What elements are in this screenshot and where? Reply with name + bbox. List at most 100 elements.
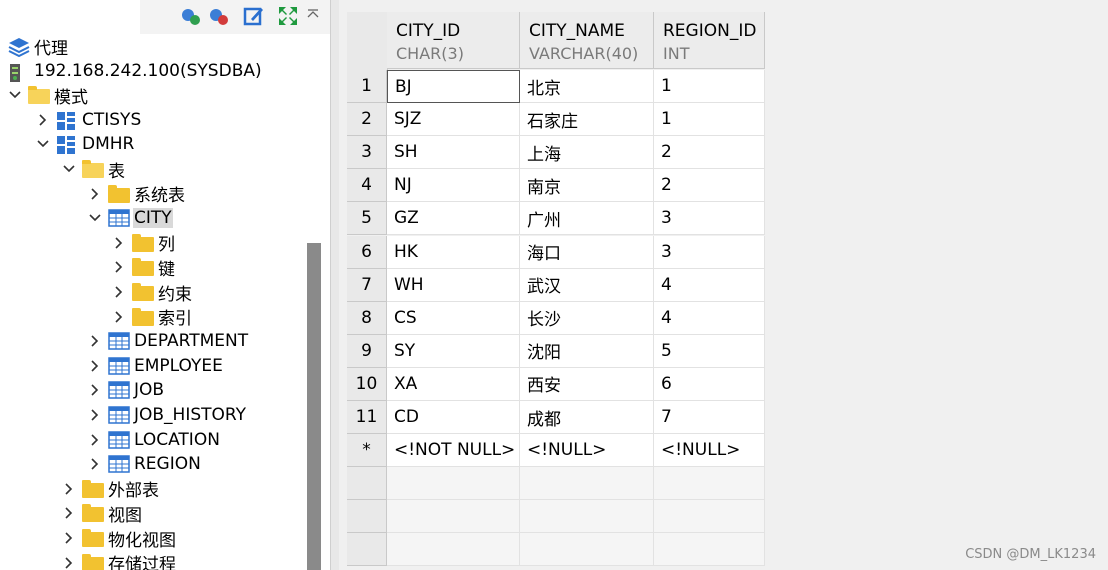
table-row[interactable]: 6 HK 海口 3	[347, 235, 1108, 269]
chevron-right-icon[interactable]	[88, 457, 102, 471]
tree-item-REGION[interactable]: REGION	[88, 452, 202, 476]
tree-item-EMPLOYEE[interactable]: EMPLOYEE	[88, 354, 224, 378]
tree-item-索引[interactable]: 索引	[112, 305, 193, 329]
grid-cell[interactable]: CD	[387, 401, 520, 434]
row-number[interactable]: 7	[347, 268, 387, 302]
grid-cell[interactable]: <!NULL>	[520, 434, 654, 468]
chevron-down-icon[interactable]	[62, 162, 76, 176]
edit-icon[interactable]	[243, 5, 265, 27]
expand-icon[interactable]	[277, 5, 299, 27]
tree-item-列[interactable]: 列	[112, 231, 176, 255]
tree-item-模式[interactable]: 模式	[8, 83, 89, 108]
row-number[interactable]: 9	[347, 334, 387, 368]
grid-cell[interactable]: 北京	[520, 70, 654, 103]
grid-cell[interactable]: 广州	[520, 202, 654, 236]
grid-cell[interactable]: WH	[387, 268, 520, 302]
tree-item-键[interactable]: 键	[112, 255, 176, 280]
grid-cell[interactable]: 7	[654, 401, 765, 434]
table-row[interactable]: 7 WH 武汉 4	[347, 268, 1108, 302]
tree-item-192.168.242.100(SYSDBA)[interactable]: 192.168.242.100(SYSDBA)	[8, 59, 263, 83]
grid-cell[interactable]: 沈阳	[520, 334, 654, 368]
chevron-right-icon[interactable]	[88, 408, 102, 422]
grid-cell[interactable]: 4	[654, 301, 765, 335]
chevron-right-icon[interactable]	[62, 482, 76, 496]
chevron-down-icon[interactable]	[88, 211, 102, 225]
chevron-right-icon[interactable]	[112, 260, 126, 274]
tree-item-DEPARTMENT[interactable]: DEPARTMENT	[88, 329, 249, 353]
tree-item-代理[interactable]: 代理	[8, 34, 69, 59]
chevron-right-icon[interactable]	[88, 359, 102, 373]
grid-cell[interactable]: 2	[654, 169, 765, 203]
tree-item-JOB_HISTORY[interactable]: JOB_HISTORY	[88, 403, 247, 427]
table-row[interactable]: 2 SJZ 石家庄 1	[347, 103, 1108, 137]
grid-cell[interactable]: 南京	[520, 169, 654, 203]
grid-cell[interactable]: <!NULL>	[654, 434, 765, 468]
chevron-down-icon[interactable]	[36, 137, 50, 151]
table-row[interactable]: 8 CS 长沙 4	[347, 301, 1108, 335]
row-number[interactable]: 11	[347, 401, 387, 434]
grid-cell[interactable]: BJ	[387, 70, 520, 103]
tree-item-存储过程[interactable]: 存储过程	[62, 551, 177, 570]
grid-cell[interactable]: XA	[387, 367, 520, 401]
grid-cell[interactable]: SJZ	[387, 103, 520, 137]
tree-item-LOCATION[interactable]: LOCATION	[88, 428, 221, 452]
chevron-right-icon[interactable]	[62, 506, 76, 520]
grid-cell[interactable]: 3	[654, 235, 765, 269]
grid-cell[interactable]: GZ	[387, 202, 520, 236]
row-number[interactable]: 2	[347, 103, 387, 137]
tree-item-约束[interactable]: 约束	[112, 280, 193, 305]
grid-cell[interactable]: 1	[654, 103, 765, 137]
table-row[interactable]: 4 NJ 南京 2	[347, 169, 1108, 203]
tree-item-表[interactable]: 表	[62, 157, 126, 182]
grid-cell[interactable]: 上海	[520, 136, 654, 170]
row-number[interactable]: 4	[347, 169, 387, 203]
grid-cell[interactable]: SH	[387, 136, 520, 170]
chevron-right-icon[interactable]	[112, 236, 126, 250]
grid-cell[interactable]: 海口	[520, 235, 654, 269]
grid-cell[interactable]: 长沙	[520, 301, 654, 335]
tree-item-系统表[interactable]: 系统表	[88, 182, 186, 206]
tree-item-JOB[interactable]: JOB	[88, 378, 165, 402]
chevron-right-icon[interactable]	[112, 310, 126, 324]
connect-icon[interactable]	[180, 5, 202, 27]
row-number[interactable]: 8	[347, 301, 387, 335]
table-row[interactable]: 3 SH 上海 2	[347, 136, 1108, 170]
table-row[interactable]: 5 GZ 广州 3	[347, 202, 1108, 236]
grid-cell[interactable]: 5	[654, 334, 765, 368]
table-row[interactable]: 11 CD 成都 7	[347, 401, 1108, 434]
tree-item-物化视图[interactable]: 物化视图	[62, 526, 177, 551]
chevron-right-icon[interactable]	[36, 113, 50, 127]
row-number[interactable]: *	[347, 434, 387, 468]
tree-item-CITY[interactable]: CITY	[88, 206, 173, 230]
grid-cell[interactable]: 6	[654, 367, 765, 401]
table-row[interactable]: 10 XA 西安 6	[347, 367, 1108, 401]
grid-cell[interactable]: 4	[654, 268, 765, 302]
chevron-right-icon[interactable]	[88, 433, 102, 447]
row-number[interactable]: 1	[347, 70, 387, 103]
row-number[interactable]: 3	[347, 136, 387, 170]
grid-corner[interactable]	[347, 12, 388, 71]
grid-cell[interactable]: CS	[387, 301, 520, 335]
tree-item-CTISYS[interactable]: CTISYS	[36, 108, 142, 132]
table-row[interactable]: * <!NOT NULL> <!NULL> <!NULL>	[347, 434, 1108, 468]
tree-scrollbar[interactable]	[307, 243, 321, 570]
grid-cell[interactable]: 武汉	[520, 268, 654, 302]
grid-cell[interactable]: 西安	[520, 367, 654, 401]
row-number[interactable]: 5	[347, 202, 387, 236]
chevron-right-icon[interactable]	[88, 187, 102, 201]
column-header-city-name[interactable]: CITY_NAME VARCHAR(40)	[520, 12, 654, 69]
grid-cell[interactable]: <!NOT NULL>	[387, 434, 520, 468]
chevron-right-icon[interactable]	[112, 285, 126, 299]
row-number[interactable]: 10	[347, 367, 387, 401]
grid-cell[interactable]: HK	[387, 235, 520, 269]
grid-cell[interactable]: 1	[654, 70, 765, 103]
chevron-right-icon[interactable]	[88, 383, 102, 397]
chevron-right-icon[interactable]	[62, 556, 76, 570]
tree-item-DMHR[interactable]: DMHR	[36, 132, 135, 156]
grid-cell[interactable]: 石家庄	[520, 103, 654, 137]
table-row[interactable]: 9 SY 沈阳 5	[347, 334, 1108, 368]
chevron-down-icon[interactable]	[8, 88, 22, 102]
column-header-region-id[interactable]: REGION_ID INT	[654, 12, 765, 69]
grid-cell[interactable]: 成都	[520, 401, 654, 434]
column-header-city-id[interactable]: CITY_ID CHAR(3)	[387, 12, 520, 69]
